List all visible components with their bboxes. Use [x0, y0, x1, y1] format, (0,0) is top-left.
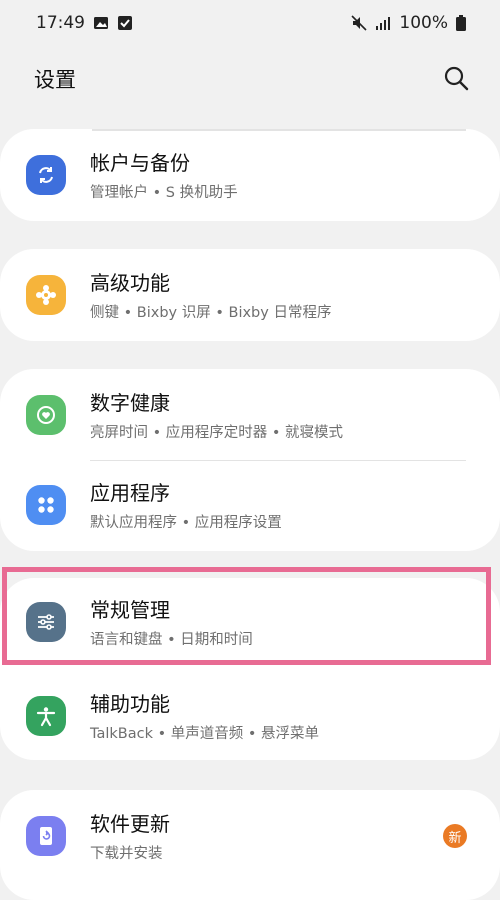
- item-subtitle: 管理帐户 • S 换机助手: [90, 185, 238, 201]
- item-title: 帐户与备份: [90, 151, 190, 175]
- status-time: 17:49: [36, 13, 85, 33]
- status-bar-right: 100%: [351, 13, 466, 33]
- sliders-icon: [26, 602, 66, 642]
- item-title: 常规管理: [90, 598, 170, 622]
- apps-grid-icon: [26, 485, 66, 525]
- settings-card-advanced: 高级功能 侧键 • Bixby 识屏 • Bixby 日常程序: [0, 249, 500, 341]
- settings-item-software-update[interactable]: 软件更新 下载并安装 新: [0, 792, 500, 880]
- settings-item-digital-wellbeing[interactable]: 数字健康 亮屏时间 • 应用程序定时器 • 就寝模式: [0, 371, 500, 459]
- settings-card-wellbeing-apps: 数字健康 亮屏时间 • 应用程序定时器 • 就寝模式 应用程序 默认应用程序 •…: [0, 369, 500, 551]
- battery-percent: 100%: [399, 13, 448, 33]
- item-subtitle: 下载并安装: [90, 846, 163, 862]
- settings-card-general: 常规管理 语言和键盘 • 日期和时间 辅助功能 TalkBack • 单声道音频…: [0, 578, 500, 760]
- item-subtitle: TalkBack • 单声道音频 • 悬浮菜单: [90, 726, 320, 742]
- item-subtitle: 默认应用程序 • 应用程序设置: [90, 515, 282, 531]
- wellbeing-heart-icon: [26, 395, 66, 435]
- settings-item-accessibility[interactable]: 辅助功能 TalkBack • 单声道音频 • 悬浮菜单: [0, 672, 500, 760]
- header: 设置: [0, 58, 500, 98]
- item-subtitle: 亮屏时间 • 应用程序定时器 • 就寝模式: [90, 425, 344, 441]
- settings-item-general-management[interactable]: 常规管理 语言和键盘 • 日期和时间: [0, 578, 500, 666]
- item-title: 软件更新: [90, 812, 170, 836]
- item-title: 高级功能: [90, 271, 170, 295]
- settings-card-accounts: 帐户与备份 管理帐户 • S 换机助手: [0, 129, 500, 221]
- item-title: 数字健康: [90, 391, 170, 415]
- battery-icon: [456, 15, 466, 31]
- image-icon: [93, 15, 109, 31]
- search-button[interactable]: [440, 62, 472, 94]
- status-bar: 17:49 100%: [0, 0, 500, 46]
- sync-icon: [26, 155, 66, 195]
- settings-item-apps[interactable]: 应用程序 默认应用程序 • 应用程序设置: [0, 461, 500, 549]
- settings-card-software: 软件更新 下载并安装 新: [0, 790, 500, 900]
- page-title: 设置: [34, 68, 76, 92]
- check-box-icon: [117, 15, 133, 31]
- settings-item-accounts-backup[interactable]: 帐户与备份 管理帐户 • S 换机助手: [0, 131, 500, 219]
- settings-item-advanced-features[interactable]: 高级功能 侧键 • Bixby 识屏 • Bixby 日常程序: [0, 251, 500, 339]
- status-bar-left: 17:49: [36, 13, 133, 33]
- new-badge: 新: [443, 824, 467, 848]
- signal-icon: [375, 15, 391, 31]
- accessibility-icon: [26, 696, 66, 736]
- puzzle-gear-icon: [26, 275, 66, 315]
- item-subtitle: 侧键 • Bixby 识屏 • Bixby 日常程序: [90, 305, 332, 321]
- item-title: 应用程序: [90, 481, 170, 505]
- software-update-icon: [26, 816, 66, 856]
- mute-icon: [351, 15, 367, 31]
- item-title: 辅助功能: [90, 692, 170, 716]
- item-subtitle: 语言和键盘 • 日期和时间: [90, 632, 253, 648]
- search-icon: [444, 66, 469, 91]
